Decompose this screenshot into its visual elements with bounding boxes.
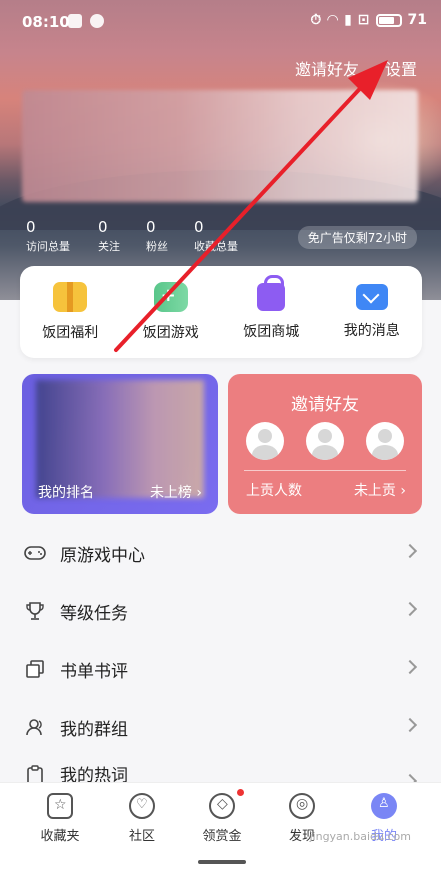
status-right: ⏱ ◠ ▮ ⊡ 71 (310, 12, 427, 28)
menu-item-label: 书单书评 (60, 661, 128, 682)
stat-label: 粉丝 (146, 240, 168, 253)
menu-item-level-tasks[interactable]: 等级任务 (0, 582, 441, 640)
header-links: 邀请好友 设置 (295, 56, 417, 80)
notification-icon (68, 14, 82, 28)
ranking-status-text: 未上榜 (149, 485, 192, 501)
my-ranking-card[interactable]: 我的排名 未上榜 › (22, 374, 218, 514)
tribute-status: 未上贡 › (354, 480, 406, 500)
quick-action-games[interactable]: 饭团游戏 (126, 282, 216, 342)
battery-level: 71 (407, 12, 427, 28)
community-icon: ♡ (129, 793, 155, 819)
favorites-icon: ☆ (47, 793, 73, 819)
tab-favorites[interactable]: ☆ 收藏夹 (30, 793, 90, 844)
home-indicator (198, 860, 246, 864)
invite-divider (244, 470, 406, 471)
quick-action-shop[interactable]: 饭团商城 (226, 275, 316, 341)
tab-reward[interactable]: ◇ 领赏金 (192, 789, 252, 844)
invite-card-title: 邀请好友 (291, 395, 359, 415)
stat-value: 0 (26, 218, 36, 236)
quick-action-label: 饭团福利 (42, 325, 99, 341)
invite-avatars (246, 422, 404, 460)
gamepad-icon (153, 282, 188, 312)
shopping-bag-icon (257, 275, 286, 311)
stat-label: 关注 (98, 240, 120, 253)
group-icon (24, 716, 46, 738)
menu-item-label: 我的群组 (60, 719, 128, 740)
chevron-right-icon: › (191, 485, 202, 501)
chevron-right-icon: › (395, 483, 406, 499)
ranking-blurred-avatars (36, 380, 204, 498)
menu-list: 原游戏中心 等级任务 书单书评 我的群组 我的热词 (0, 524, 441, 786)
quick-actions-card: 饭团福利 饭团游戏 饭团商城 我的消息 (20, 266, 422, 358)
battery-icon (375, 13, 402, 27)
tribute-status-text: 未上贡 (353, 483, 396, 499)
avatar-placeholder-icon (366, 422, 404, 460)
quick-action-messages[interactable]: 我的消息 (327, 284, 417, 340)
stat-collections[interactable]: 0 收藏总量 (194, 218, 266, 254)
status-bar: 08:10 ⏱ ◠ ▮ ⊡ 71 (0, 0, 441, 44)
tab-community[interactable]: ♡ 社区 (112, 793, 172, 844)
message-icon (90, 14, 104, 28)
invite-friends-card[interactable]: 邀请好友 上贡人数 未上贡 › (228, 374, 422, 514)
profile-info-blurred (22, 90, 418, 202)
quick-action-label: 饭团商城 (243, 324, 300, 340)
stat-fans[interactable]: 0 粉丝 (146, 218, 194, 254)
invite-friends-link[interactable]: 邀请好友 (295, 56, 359, 80)
menu-item-booklists[interactable]: 书单书评 (0, 640, 441, 698)
gift-chest-icon (53, 282, 88, 312)
stat-visits[interactable]: 0 访问总量 (26, 218, 98, 254)
quick-action-welfare[interactable]: 饭团福利 (25, 282, 115, 342)
stat-value: 0 (146, 218, 156, 236)
wifi-icon: ◠ (327, 12, 339, 28)
menu-item-game-center[interactable]: 原游戏中心 (0, 524, 441, 582)
hd-icon: ⊡ (357, 12, 370, 28)
reward-icon: ◇ (209, 793, 235, 819)
menu-item-groups[interactable]: 我的群组 (0, 698, 441, 756)
tab-label: 社区 (128, 829, 155, 844)
discover-icon: ◎ (289, 793, 315, 819)
stack-icon (24, 658, 46, 680)
chevron-right-icon (402, 543, 418, 559)
trophy-icon (24, 600, 46, 622)
signal-icon: ▮ (344, 12, 352, 28)
watermark: jingyan.baidu.com (309, 830, 411, 843)
chevron-right-icon (402, 659, 418, 675)
stat-label: 访问总量 (26, 240, 70, 253)
notification-dot (237, 789, 244, 796)
ranking-label: 我的排名 (38, 485, 94, 501)
stat-label: 收藏总量 (194, 240, 238, 253)
invite-footer: 上贡人数 未上贡 › (246, 480, 406, 500)
avatar-placeholder-icon (246, 422, 284, 460)
tab-label: 收藏夹 (40, 829, 80, 844)
stat-value: 0 (194, 218, 204, 236)
alarm-icon: ⏱ (310, 12, 322, 28)
menu-item-label: 等级任务 (60, 603, 128, 624)
chevron-right-icon (402, 717, 418, 733)
tribute-count-label: 上贡人数 (246, 483, 302, 499)
stats-row: 0 访问总量 0 关注 0 粉丝 0 收藏总量 (26, 218, 266, 254)
quick-action-label: 我的消息 (343, 323, 400, 339)
status-time: 08:10 (22, 13, 70, 31)
chevron-right-icon (402, 601, 418, 617)
tab-label: 领赏金 (202, 829, 242, 844)
profile-icon: ♙ (371, 793, 397, 819)
stat-following[interactable]: 0 关注 (98, 218, 146, 254)
ranking-status: 未上榜 › (150, 482, 202, 502)
mail-icon (355, 284, 388, 310)
gamepad-outline-icon (24, 542, 46, 564)
ad-free-badge[interactable]: 免广告仅剩72小时 (297, 226, 417, 249)
quick-action-label: 饭团游戏 (142, 325, 199, 341)
stat-value: 0 (98, 218, 108, 236)
ranking-footer: 我的排名 未上榜 › (38, 482, 202, 502)
avatar-placeholder-icon (306, 422, 344, 460)
settings-link[interactable]: 设置 (385, 56, 417, 80)
menu-item-label: 原游戏中心 (60, 545, 145, 566)
